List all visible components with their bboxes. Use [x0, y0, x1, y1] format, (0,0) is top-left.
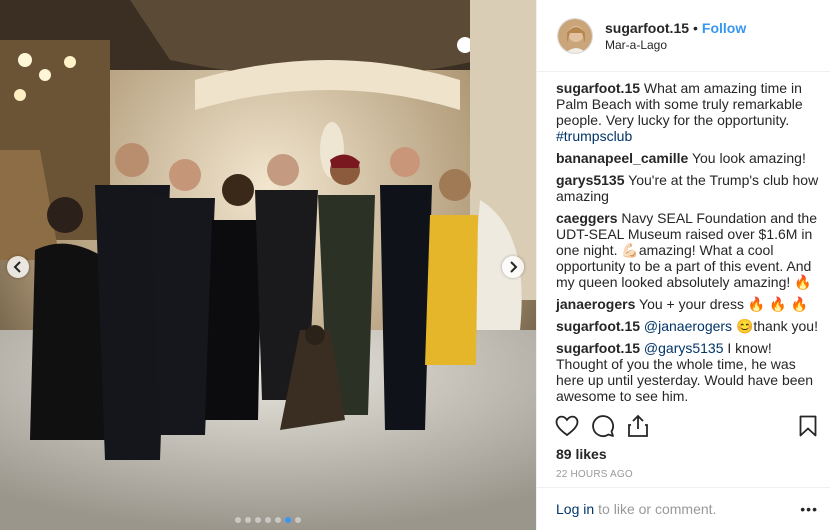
comment-text: 😊thank you!	[735, 318, 818, 334]
list-item: garys5135 You're at the Trump's club how…	[556, 172, 822, 204]
post-timestamp[interactable]: 22 HOURS AGO	[556, 469, 633, 480]
avatar[interactable]	[557, 17, 593, 54]
hashtag-link[interactable]: #trumpsclub	[556, 128, 632, 144]
comments-list: sugarfoot.15 What am amazing time in Pal…	[556, 80, 822, 410]
share-button[interactable]	[627, 408, 663, 444]
login-prompt-text: to like or comment.	[598, 501, 717, 517]
caption: sugarfoot.15 What am amazing time in Pal…	[556, 80, 822, 144]
follow-button[interactable]: Follow	[702, 20, 746, 36]
post-location[interactable]: Mar-a-Lago	[605, 38, 746, 52]
next-photo-button[interactable]	[502, 256, 524, 278]
comment-text: You + your dress 🔥 🔥 🔥	[639, 296, 808, 312]
list-item: sugarfoot.15 @garys5135 I know! Thought …	[556, 340, 822, 404]
list-item: sugarfoot.15 @janaerogers 😊thank you!	[556, 318, 822, 334]
heart-icon	[555, 415, 579, 437]
comment-username[interactable]: bananapeel_camille	[556, 150, 688, 166]
chevron-left-icon	[13, 261, 21, 273]
comment-button[interactable]	[591, 408, 627, 444]
login-footer: Log in to like or comment. •••	[536, 487, 830, 530]
mention-link[interactable]: @garys5135	[644, 340, 724, 356]
list-item: bananapeel_camille You look amazing!	[556, 150, 822, 166]
comment-username[interactable]: sugarfoot.15	[556, 340, 640, 356]
group-photo-image	[0, 0, 536, 530]
chevron-right-icon	[510, 261, 518, 273]
comment-icon	[592, 415, 614, 437]
like-count[interactable]: 89 likes	[556, 446, 607, 462]
action-bar	[555, 405, 817, 447]
comment-username[interactable]: sugarfoot.15	[556, 80, 640, 96]
profile-picture	[558, 18, 592, 53]
header-separator: •	[693, 19, 698, 36]
post-header: sugarfoot.15 • Follow Mar-a-Lago	[537, 0, 830, 72]
carousel-dot	[255, 517, 261, 523]
post-photo[interactable]	[0, 0, 536, 530]
list-item: janaerogers You + your dress 🔥 🔥 🔥	[556, 296, 822, 312]
bookmark-icon	[799, 415, 817, 437]
comment-username[interactable]: janaerogers	[556, 296, 635, 312]
carousel-dot	[245, 517, 251, 523]
post-author-username[interactable]: sugarfoot.15	[605, 20, 689, 36]
comment-text: You look amazing!	[691, 150, 806, 166]
comment-username[interactable]: garys5135	[556, 172, 625, 188]
carousel-indicator	[0, 517, 536, 523]
carousel-dot	[295, 517, 301, 523]
list-item: caeggers Navy SEAL Foundation and the UD…	[556, 210, 822, 290]
carousel-dot	[265, 517, 271, 523]
comment-username[interactable]: sugarfoot.15	[556, 318, 640, 334]
login-link[interactable]: Log in	[556, 501, 594, 517]
carousel-dot	[235, 517, 241, 523]
save-button[interactable]	[781, 408, 817, 444]
mention-link[interactable]: @janaerogers	[644, 318, 732, 334]
carousel-dot	[275, 517, 281, 523]
share-icon	[628, 414, 648, 437]
more-options-button[interactable]: •••	[800, 501, 818, 517]
like-button[interactable]	[555, 408, 591, 444]
carousel-dot	[285, 517, 291, 523]
comment-username[interactable]: caeggers	[556, 210, 617, 226]
previous-photo-button[interactable]	[7, 256, 29, 278]
